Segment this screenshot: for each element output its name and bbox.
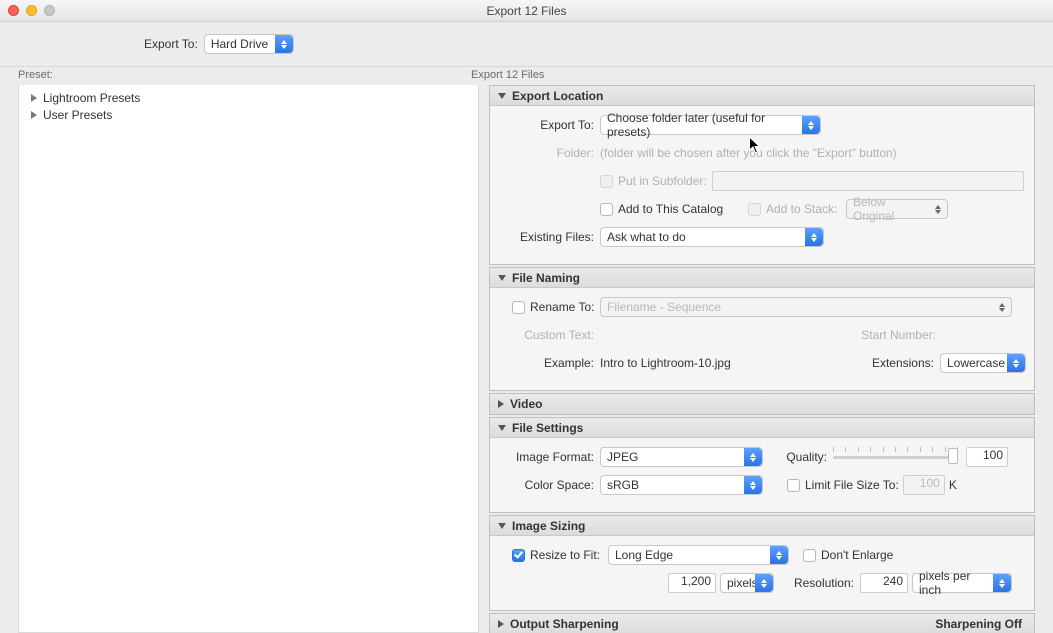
window-title: Export 12 Files xyxy=(0,4,1053,18)
subfolder-input xyxy=(712,171,1024,191)
folder-hint: (folder will be chosen after you click t… xyxy=(600,146,897,160)
checkbox-label: Resize to Fit: xyxy=(530,548,608,562)
unit-label: K xyxy=(949,478,957,492)
section-title: Output Sharpening xyxy=(510,617,619,631)
checkbox-label: Put in Subfolder: xyxy=(618,174,712,188)
export-to-label: Export To: xyxy=(144,37,198,51)
column-headers: Preset: Export 12 Files xyxy=(0,66,1053,85)
image-format-select[interactable]: JPEG xyxy=(600,447,763,467)
stack-position-select: Below Original xyxy=(846,199,948,219)
preset-group[interactable]: User Presets xyxy=(19,106,478,123)
select-value: sRGB xyxy=(607,478,639,492)
slider-thumb[interactable] xyxy=(948,448,958,464)
export-to-select[interactable]: Hard Drive xyxy=(204,34,294,54)
chevron-right-icon xyxy=(498,620,504,628)
example-filename: Intro to Lightroom-10.jpg xyxy=(600,356,731,370)
section-header[interactable]: Image Sizing xyxy=(490,516,1034,536)
limit-file-size-checkbox[interactable] xyxy=(787,479,800,492)
color-space-select[interactable]: sRGB xyxy=(600,475,763,495)
chevron-down-icon xyxy=(498,425,506,431)
settings-panel: Export Location Export To: Choose folder… xyxy=(479,85,1053,633)
existing-files-select[interactable]: Ask what to do xyxy=(600,227,824,247)
dont-enlarge-checkbox[interactable] xyxy=(803,549,816,562)
preset-header: Preset: xyxy=(18,69,471,81)
resize-to-fit-checkbox[interactable] xyxy=(512,549,525,562)
section-status: Sharpening Off xyxy=(935,617,1026,631)
titlebar: Export 12 Files xyxy=(0,0,1053,22)
section-header[interactable]: Output Sharpening Sharpening Off xyxy=(490,614,1034,633)
select-value: Ask what to do xyxy=(607,230,686,244)
put-in-subfolder-checkbox xyxy=(600,175,613,188)
section-header[interactable]: Export Location xyxy=(490,86,1034,106)
checkbox-label: Limit File Size To: xyxy=(805,478,899,492)
field-label: Existing Files: xyxy=(498,230,600,244)
toolbar: Export To: Hard Drive xyxy=(0,22,1053,66)
size-input[interactable]: 1,200 xyxy=(668,573,716,593)
select-value: pixels per inch xyxy=(919,569,989,597)
checkbox-label: Add to Stack: xyxy=(766,202,846,216)
resolution-input[interactable]: 240 xyxy=(860,573,908,593)
chevron-down-icon xyxy=(498,93,506,99)
field-label: Folder: xyxy=(498,146,600,160)
section-title: File Naming xyxy=(512,271,580,285)
limit-file-size-input: 100 xyxy=(903,475,945,495)
resolution-unit-select[interactable]: pixels per inch xyxy=(912,573,1012,593)
field-label: Custom Text: xyxy=(498,328,600,342)
quality-slider[interactable] xyxy=(833,450,958,464)
section-title: Video xyxy=(510,397,542,411)
section-title: File Settings xyxy=(512,421,583,435)
file-naming-section: File Naming Rename To: Filename - Sequen… xyxy=(489,267,1035,391)
filename-template-select: Filename - Sequence xyxy=(600,297,1012,317)
field-label: Quality: xyxy=(763,450,827,464)
preset-group[interactable]: Lightroom Presets xyxy=(19,89,478,106)
select-value: Below Original xyxy=(853,195,925,223)
field-label: Image Format: xyxy=(498,450,600,464)
rename-to-checkbox[interactable] xyxy=(512,301,525,314)
checkbox-label: Rename To: xyxy=(530,300,600,314)
field-label: Resolution: xyxy=(774,576,854,590)
checkbox-label: Add to This Catalog xyxy=(618,202,748,216)
add-to-stack-checkbox xyxy=(748,203,761,216)
disclosure-triangle-icon xyxy=(31,94,37,102)
checkbox-label: Don't Enlarge xyxy=(821,548,893,562)
file-settings-section: File Settings Image Format: JPEG Quality… xyxy=(489,417,1035,513)
select-value: JPEG xyxy=(607,450,638,464)
section-title: Image Sizing xyxy=(512,519,585,533)
image-sizing-section: Image Sizing Resize to Fit: Long Edge Do… xyxy=(489,515,1035,611)
export-location-section: Export Location Export To: Choose folder… xyxy=(489,85,1035,265)
section-title: Export Location xyxy=(512,89,603,103)
video-section: Video xyxy=(489,393,1035,415)
right-header: Export 12 Files xyxy=(471,69,544,81)
chevron-down-icon xyxy=(498,523,506,529)
field-label: Start Number: xyxy=(861,328,936,342)
select-value: Choose folder later (useful for presets) xyxy=(607,111,798,139)
section-header[interactable]: File Naming xyxy=(490,268,1034,288)
export-to-value: Hard Drive xyxy=(211,37,268,51)
chevron-right-icon xyxy=(498,400,504,408)
chevron-down-icon xyxy=(498,275,506,281)
section-header[interactable]: File Settings xyxy=(490,418,1034,438)
preset-group-label: User Presets xyxy=(43,108,112,122)
select-value: pixels xyxy=(727,576,758,590)
section-header[interactable]: Video xyxy=(490,394,1034,414)
preset-group-label: Lightroom Presets xyxy=(43,91,140,105)
preset-panel: Lightroom Presets User Presets xyxy=(18,85,479,633)
disclosure-triangle-icon xyxy=(31,111,37,119)
select-value: Long Edge xyxy=(615,548,673,562)
select-value: Lowercase xyxy=(947,356,1005,370)
extensions-select[interactable]: Lowercase xyxy=(940,353,1026,373)
field-label: Color Space: xyxy=(498,478,600,492)
quality-input[interactable]: 100 xyxy=(966,447,1008,467)
output-sharpening-section: Output Sharpening Sharpening Off xyxy=(489,613,1035,633)
field-label: Export To: xyxy=(498,118,600,132)
size-unit-select[interactable]: pixels xyxy=(720,573,774,593)
resize-method-select[interactable]: Long Edge xyxy=(608,545,789,565)
select-value: Filename - Sequence xyxy=(607,300,721,314)
export-destination-select[interactable]: Choose folder later (useful for presets) xyxy=(600,115,821,135)
field-label: Example: xyxy=(498,356,600,370)
field-label: Extensions: xyxy=(872,356,934,370)
add-to-catalog-checkbox[interactable] xyxy=(600,203,613,216)
